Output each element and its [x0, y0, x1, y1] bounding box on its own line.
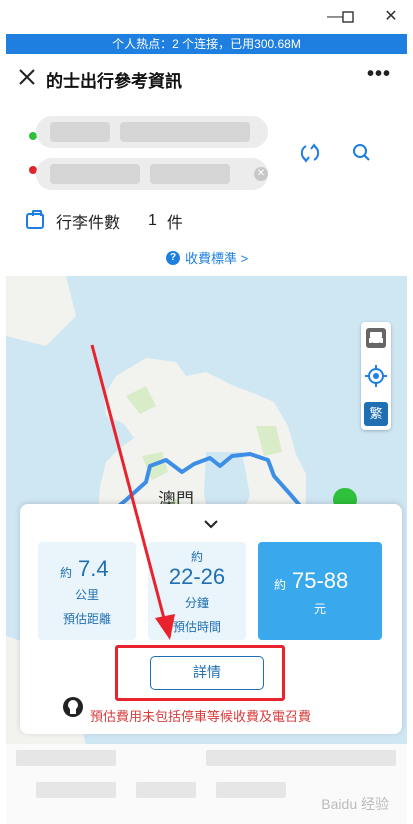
watermark: Baidu 经验 [321, 796, 389, 812]
annotation-arrow-icon [90, 344, 175, 640]
